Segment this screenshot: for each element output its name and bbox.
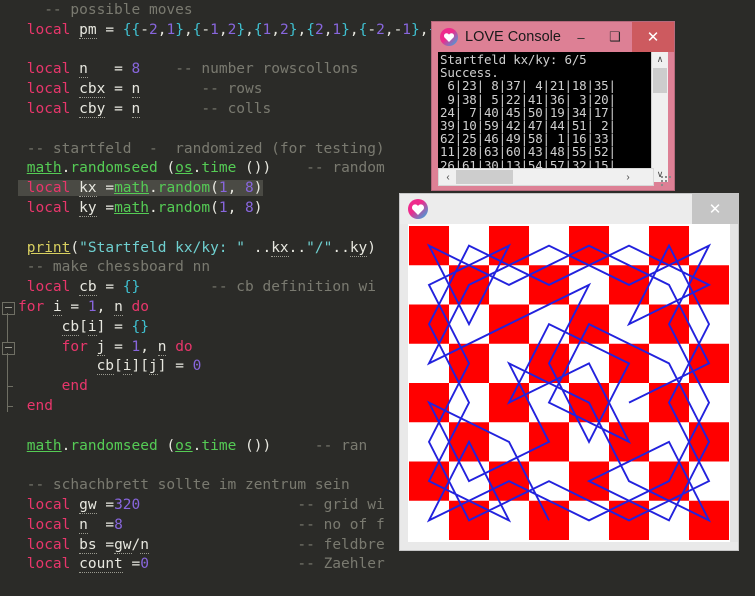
fold-end-tick — [7, 406, 13, 407]
love-console-window[interactable]: LOVE Console – ❑ ✕ Startfeld kx/ky: 6/5 … — [432, 22, 674, 190]
fold-toggle-icon[interactable] — [2, 302, 15, 315]
console-maximize-button[interactable]: ❑ — [598, 23, 632, 51]
console-horizontal-scrollbar[interactable]: ‹ › — [438, 168, 654, 186]
screen: -- possible moves local pm = {{-2,1},{-1… — [0, 0, 755, 596]
code-line: local count =0 -- Zaehler — [26, 556, 385, 574]
game-title-bar[interactable]: ✕ — [400, 194, 738, 224]
console-output-text: Startfeld kx/ky: 6/5 Success. 6|23| 8|37… — [440, 52, 616, 182]
console-vertical-scrollbar[interactable]: ∧ ∨ — [651, 52, 668, 182]
console-output-panel: Startfeld kx/ky: 6/5 Success. 6|23| 8|37… — [438, 52, 668, 182]
game-close-button[interactable]: ✕ — [692, 194, 738, 224]
scroll-left-icon[interactable]: ‹ — [440, 170, 456, 184]
game-right-edge — [730, 224, 738, 542]
knights-tour-board — [408, 224, 730, 542]
console-hscroll-thumb[interactable] — [456, 170, 513, 184]
console-title-label: LOVE Console — [465, 29, 561, 45]
console-close-button[interactable]: ✕ — [632, 22, 674, 52]
fold-end-tick — [7, 386, 13, 388]
console-resize-grip[interactable] — [661, 174, 671, 186]
love-game-window[interactable]: ✕ — [400, 194, 738, 550]
scroll-up-icon[interactable]: ∧ — [652, 52, 668, 67]
editor-fold-gutter[interactable] — [0, 0, 18, 596]
love-heart-icon — [408, 199, 428, 219]
chessboard-canvas[interactable] — [408, 224, 730, 542]
console-scroll-thumb[interactable] — [653, 68, 667, 93]
fold-toggle-icon[interactable] — [2, 341, 15, 355]
console-title-bar[interactable]: LOVE Console – ❑ ✕ — [432, 22, 674, 52]
love-heart-icon — [440, 28, 458, 46]
console-minimize-button[interactable]: – — [564, 23, 598, 51]
scroll-right-icon[interactable]: › — [620, 170, 636, 184]
code-line: -- possible moves — [44, 2, 193, 18]
